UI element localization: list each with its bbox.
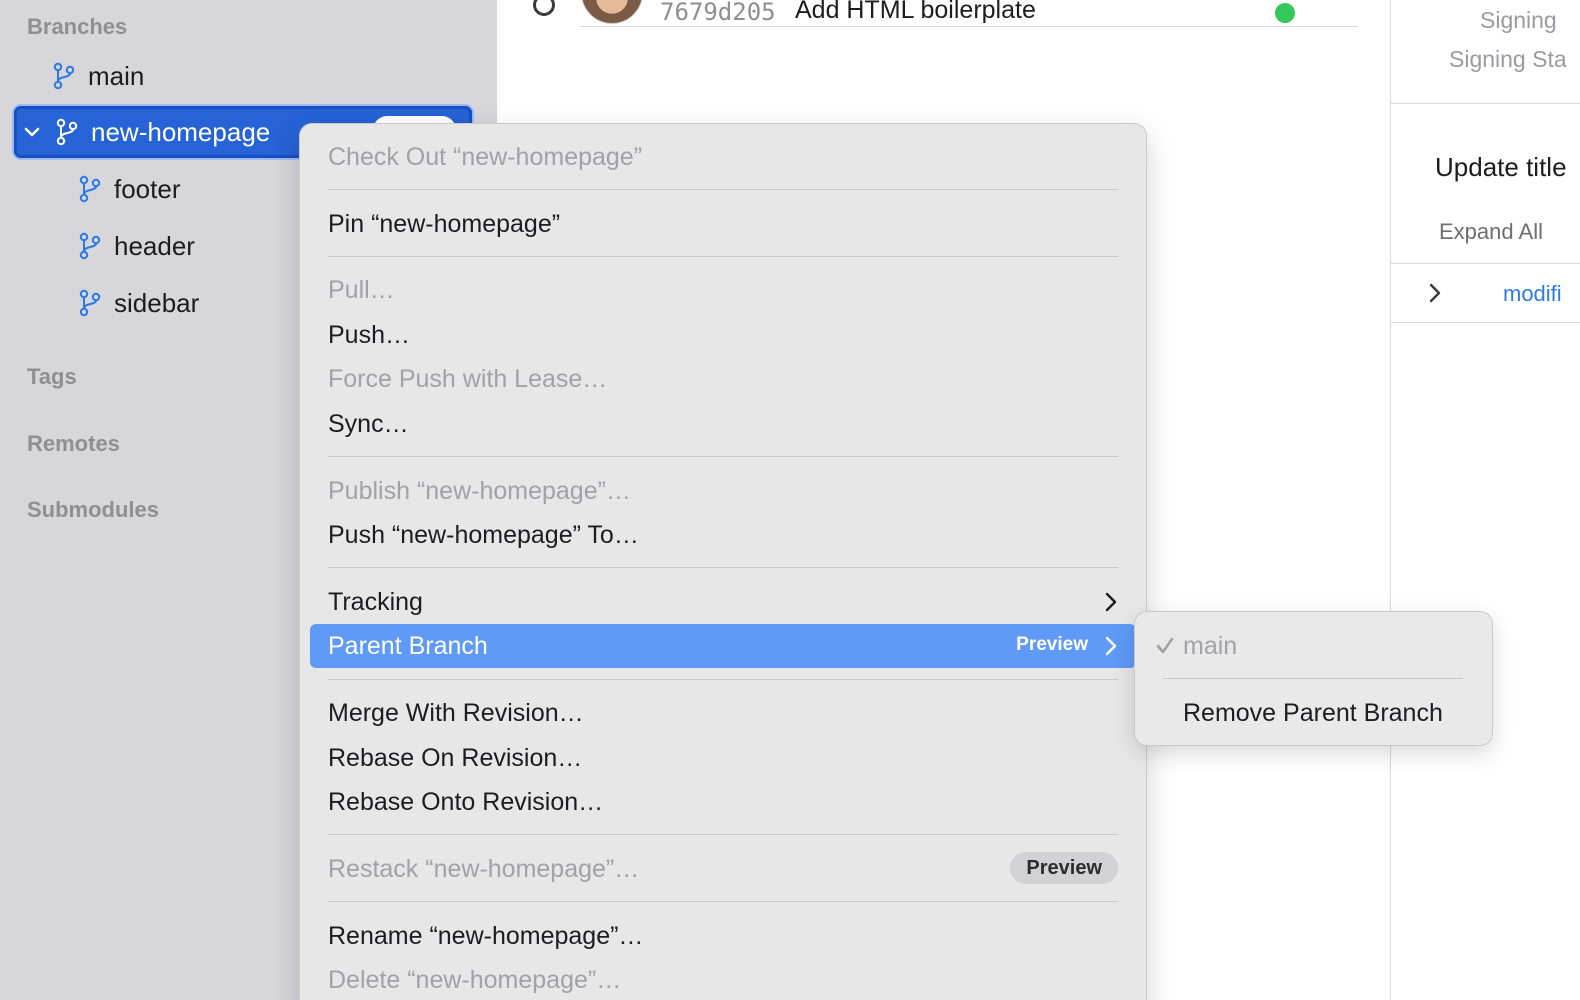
branch-context-menu: Check Out “new-homepage” Pin “new-homepa… [300,124,1146,1000]
chevron-down-icon[interactable] [23,123,41,141]
commit-row[interactable]: 7679d205 Add HTML boilerplate [497,0,1390,42]
commit-title: Update title [1435,152,1567,182]
divider [1391,263,1580,264]
menu-separator [328,567,1118,568]
menu-separator [328,834,1118,835]
branch-label: footer [114,173,181,204]
app-window: Branches main new-homepage HEAD [0,0,1580,1000]
branch-icon [56,118,78,146]
commit-hash: 7679d205 [660,0,776,26]
menu-item-label: Parent Branch [328,631,488,660]
divider [1391,322,1580,323]
menu-item-push[interactable]: Push… [310,313,1136,357]
menu-item-rebase-on[interactable]: Rebase On Revision… [310,736,1136,780]
branch-item-header[interactable]: header [78,221,195,271]
avatar [581,0,643,24]
menu-item-sync[interactable]: Sync… [310,402,1136,446]
menu-item-rename[interactable]: Rename “new-homepage”… [310,914,1136,958]
branch-icon [79,232,101,260]
menu-item-push-to[interactable]: Push “new-homepage” To… [310,513,1136,557]
section-submodules[interactable]: Submodules [27,497,159,523]
branch-icon [79,175,101,203]
section-branches[interactable]: Branches [27,14,127,40]
menu-separator [328,256,1118,257]
menu-item-checkout[interactable]: Check Out “new-homepage” [310,135,1136,179]
menu-item-merge[interactable]: Merge With Revision… [310,691,1136,735]
preview-badge: Preview [1010,852,1118,884]
checkmark-icon [1156,637,1174,654]
menu-separator [328,189,1118,190]
chevron-right-icon [1105,636,1117,656]
divider [1391,103,1580,104]
section-remotes[interactable]: Remotes [27,431,120,457]
menu-item-parent-branch[interactable]: Parent Branch Preview [310,624,1136,668]
menu-item-pull[interactable]: Pull… [310,268,1136,312]
signing-label: Signing [1480,7,1557,33]
commit-node-icon [533,0,555,16]
branch-icon [79,289,101,317]
chevron-right-icon [1105,592,1117,612]
branch-item-sidebar[interactable]: sidebar [78,278,199,328]
preview-badge: Preview [1016,634,1088,655]
branch-icon [53,62,75,90]
branch-label: header [114,230,195,261]
menu-separator [1163,678,1463,679]
parent-branch-submenu: main Remove Parent Branch [1135,612,1492,745]
commit-message: Add HTML boilerplate [795,0,1036,24]
menu-separator [328,456,1118,457]
menu-item-restack[interactable]: Restack “new-homepage”… Preview [310,847,1136,891]
menu-item-tracking[interactable]: Tracking [310,580,1136,624]
file-link[interactable]: modifi [1503,281,1562,307]
branch-label: new-homepage [91,116,271,147]
signing-status-label: Signing Sta [1449,46,1567,72]
menu-item-label: Restack “new-homepage”… [328,854,640,883]
menu-item-label: Tracking [328,587,423,616]
menu-separator [328,901,1118,902]
menu-item-pin[interactable]: Pin “new-homepage” [310,202,1136,246]
menu-item-delete[interactable]: Delete “new-homepage”… [310,958,1136,1000]
submenu-item-label: main [1183,631,1238,660]
divider [579,26,1358,27]
expand-all-button[interactable]: Expand All [1439,219,1543,245]
section-tags[interactable]: Tags [27,364,77,390]
branch-label: main [88,60,145,91]
branch-item-main[interactable]: main [52,51,144,101]
branch-label: sidebar [114,287,200,318]
submenu-item-remove-parent[interactable]: Remove Parent Branch [1145,691,1482,735]
branch-item-footer[interactable]: footer [78,164,181,214]
menu-item-publish[interactable]: Publish “new-homepage”… [310,469,1136,513]
chevron-right-icon[interactable] [1427,282,1443,304]
inspector-panel: Signing Signing Sta Update title Expand … [1390,0,1580,1000]
menu-item-force-push[interactable]: Force Push with Lease… [310,357,1136,401]
menu-separator [328,679,1118,680]
menu-item-rebase-onto[interactable]: Rebase Onto Revision… [310,780,1136,824]
submenu-item-main[interactable]: main [1145,624,1482,668]
status-dot-icon [1275,3,1295,23]
